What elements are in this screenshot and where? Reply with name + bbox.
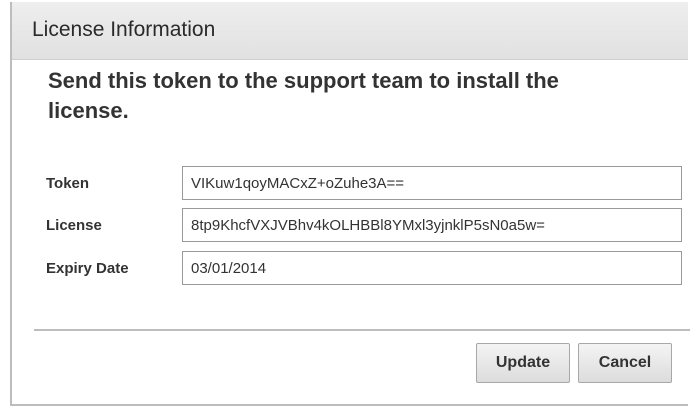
footer-divider xyxy=(34,329,690,331)
update-button[interactable]: Update xyxy=(476,343,570,383)
dialog-title-bar: License Information xyxy=(12,2,688,60)
token-label: Token xyxy=(46,175,90,192)
cancel-button[interactable]: Cancel xyxy=(578,343,672,383)
token-field[interactable] xyxy=(182,166,682,200)
license-information-dialog: License Information Send this token to t… xyxy=(10,2,690,406)
license-field[interactable] xyxy=(182,208,682,242)
expiry-date-field[interactable] xyxy=(182,251,682,285)
instruction-message: Send this token to the support team to i… xyxy=(48,68,559,123)
dialog-title: License Information xyxy=(32,18,216,41)
license-label: License xyxy=(46,217,102,234)
expiry-date-label: Expiry Date xyxy=(46,260,129,277)
